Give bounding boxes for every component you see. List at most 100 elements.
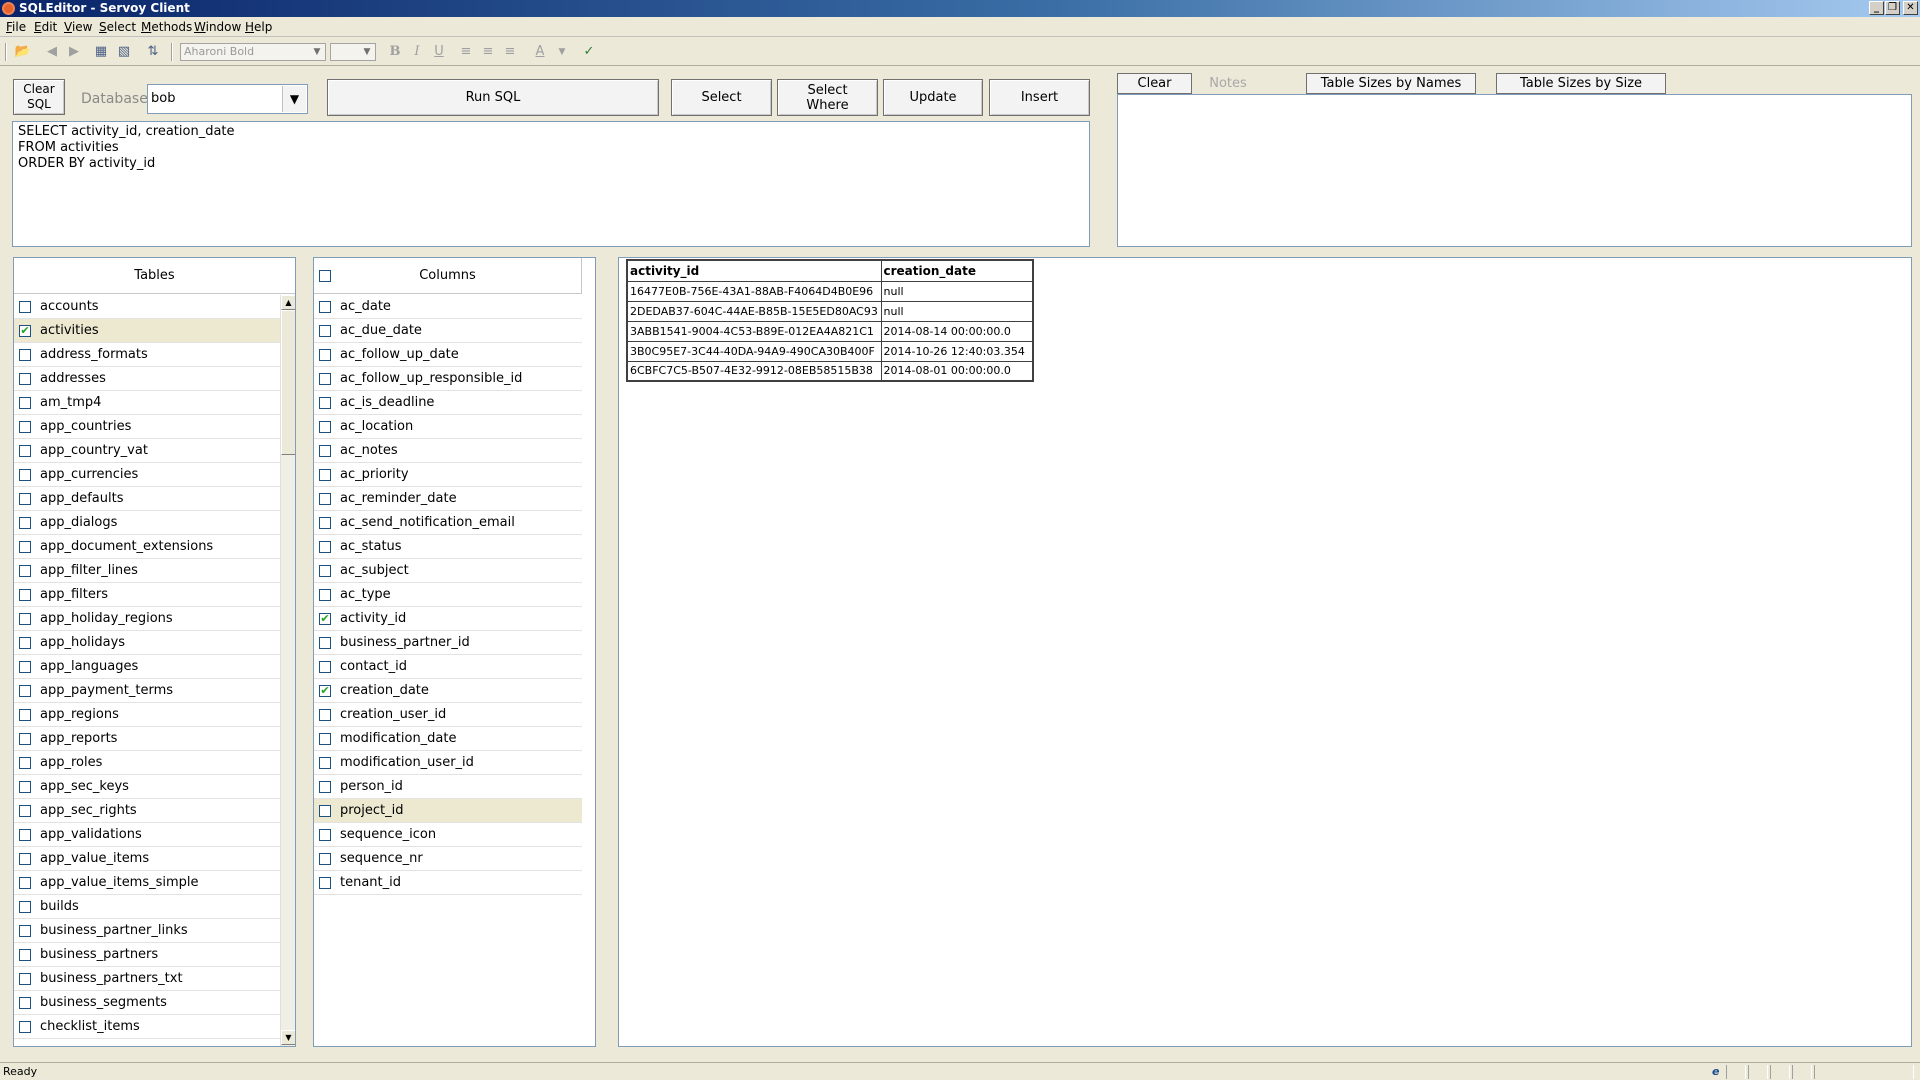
column-list-item[interactable]: ✔ activity_id bbox=[314, 607, 582, 631]
checkbox[interactable] bbox=[319, 589, 331, 601]
update-button[interactable]: Update bbox=[883, 79, 983, 116]
table-list-item[interactable]: business_partners_txt bbox=[14, 967, 280, 991]
table-list-item[interactable]: app_roles bbox=[14, 751, 280, 775]
table-list-item[interactable]: app_sec_rights bbox=[14, 799, 280, 823]
table-list-item[interactable]: app_payment_terms bbox=[14, 679, 280, 703]
results-column-header[interactable]: activity_id bbox=[626, 259, 882, 282]
checkbox[interactable] bbox=[319, 661, 331, 673]
table-list-item[interactable]: app_defaults bbox=[14, 487, 280, 511]
results-row[interactable]: 3ABB1541-9004-4C53-B89E-012EA4A821C1 2014… bbox=[626, 320, 1034, 342]
checkbox[interactable] bbox=[19, 805, 31, 817]
table-list-item[interactable]: addresses bbox=[14, 367, 280, 391]
checkbox[interactable] bbox=[19, 853, 31, 865]
checkbox[interactable] bbox=[19, 301, 31, 313]
font-color-icon[interactable]: A bbox=[531, 43, 549, 61]
results-cell[interactable]: 2014-10-26 12:40:03.354 bbox=[880, 340, 1034, 362]
checkbox[interactable] bbox=[19, 757, 31, 769]
table-list-item[interactable]: app_regions bbox=[14, 703, 280, 727]
restore-button[interactable]: ❐ bbox=[1885, 1, 1900, 15]
scroll-thumb[interactable] bbox=[281, 310, 295, 455]
column-list-item[interactable]: creation_user_id bbox=[314, 703, 582, 727]
align-right-icon[interactable]: ≡ bbox=[501, 43, 519, 61]
menu-window[interactable]: Window bbox=[194, 20, 241, 34]
grid-icon[interactable]: ▦ bbox=[92, 43, 110, 61]
checkbox[interactable] bbox=[19, 637, 31, 649]
checkbox[interactable]: ✔ bbox=[319, 685, 331, 697]
clear-sql-button[interactable]: Clear SQL bbox=[13, 79, 65, 115]
checkbox[interactable] bbox=[19, 733, 31, 745]
table-list-item[interactable]: address_formats bbox=[14, 343, 280, 367]
table-list-item[interactable]: app_holidays bbox=[14, 631, 280, 655]
results-column-header[interactable]: creation_date bbox=[880, 259, 1034, 282]
menu-select[interactable]: Select bbox=[99, 20, 136, 34]
checkbox[interactable] bbox=[319, 421, 331, 433]
checkbox[interactable] bbox=[19, 997, 31, 1009]
checkbox[interactable] bbox=[19, 541, 31, 553]
column-list-item[interactable]: modification_date bbox=[314, 727, 582, 751]
checkbox[interactable] bbox=[319, 829, 331, 841]
bold-icon[interactable]: B bbox=[386, 43, 404, 61]
table-list-item[interactable]: app_filter_lines bbox=[14, 559, 280, 583]
select-all-checkbox[interactable] bbox=[319, 270, 331, 282]
table-list-item[interactable]: business_partners bbox=[14, 943, 280, 967]
checkbox[interactable] bbox=[319, 325, 331, 337]
checkbox[interactable] bbox=[19, 661, 31, 673]
checkbox[interactable] bbox=[319, 805, 331, 817]
checkbox[interactable] bbox=[319, 541, 331, 553]
column-list-item[interactable]: ac_is_deadline bbox=[314, 391, 582, 415]
checkbox[interactable] bbox=[319, 373, 331, 385]
checkbox[interactable] bbox=[319, 493, 331, 505]
results-cell[interactable]: 3ABB1541-9004-4C53-B89E-012EA4A821C1 bbox=[626, 320, 882, 342]
checkbox[interactable] bbox=[19, 613, 31, 625]
checkbox[interactable] bbox=[319, 781, 331, 793]
column-list-item[interactable]: ac_subject bbox=[314, 559, 582, 583]
tab-notes[interactable]: Notes bbox=[1193, 73, 1263, 94]
column-list-item[interactable]: person_id bbox=[314, 775, 582, 799]
tables-scrollbar[interactable]: ▲ ▼ bbox=[280, 295, 295, 1046]
open-folder-icon[interactable]: 📂 bbox=[14, 43, 32, 61]
column-list-item[interactable]: ac_location bbox=[314, 415, 582, 439]
table-list-item[interactable]: am_tmp4 bbox=[14, 391, 280, 415]
table-list-item[interactable]: app_value_items_simple bbox=[14, 871, 280, 895]
font-size-combo[interactable]: ▼ bbox=[330, 43, 376, 61]
results-row[interactable]: 6CBFC7C5-B507-4E32-9912-08EB58515B38 2014… bbox=[626, 360, 1034, 382]
checkbox[interactable] bbox=[19, 925, 31, 937]
table-sizes-by-names-button[interactable]: Table Sizes by Names bbox=[1306, 73, 1476, 94]
checkbox[interactable] bbox=[19, 949, 31, 961]
clear-notes-button[interactable]: Clear bbox=[1117, 73, 1192, 94]
column-list-item[interactable]: ac_due_date bbox=[314, 319, 582, 343]
results-cell[interactable]: 6CBFC7C5-B507-4E32-9912-08EB58515B38 bbox=[626, 360, 882, 382]
checkbox[interactable] bbox=[19, 349, 31, 361]
results-cell[interactable]: 2014-08-14 00:00:00.0 bbox=[880, 320, 1034, 342]
column-list-item[interactable]: ✔ creation_date bbox=[314, 679, 582, 703]
checkbox[interactable] bbox=[319, 757, 331, 769]
font-name-combo[interactable]: Aharoni Bold ▼ bbox=[180, 43, 326, 61]
menu-file[interactable]: File bbox=[6, 20, 26, 34]
column-list-item[interactable]: ac_send_notification_email bbox=[314, 511, 582, 535]
column-list-item[interactable]: contact_id bbox=[314, 655, 582, 679]
minimize-button[interactable]: _ bbox=[1869, 1, 1884, 15]
results-cell[interactable]: 3B0C95E7-3C44-40DA-94A9-490CA30B400F bbox=[626, 340, 882, 362]
column-list-item[interactable]: modification_user_id bbox=[314, 751, 582, 775]
checkbox[interactable] bbox=[19, 493, 31, 505]
column-list-item[interactable]: ac_notes bbox=[314, 439, 582, 463]
checkbox[interactable] bbox=[19, 1021, 31, 1033]
table-list-item[interactable]: app_languages bbox=[14, 655, 280, 679]
table-list-item[interactable]: accounts bbox=[14, 295, 280, 319]
table-list-item[interactable]: app_holiday_regions bbox=[14, 607, 280, 631]
underline-icon[interactable]: U bbox=[430, 43, 448, 61]
checkbox[interactable] bbox=[19, 973, 31, 985]
results-row[interactable]: 16477E0B-756E-43A1-88AB-F4064D4B0E96 null bbox=[626, 280, 1034, 302]
menu-methods[interactable]: Methods bbox=[141, 20, 192, 34]
checkbox[interactable] bbox=[319, 565, 331, 577]
column-list-item[interactable]: ac_type bbox=[314, 583, 582, 607]
column-list-item[interactable]: ac_reminder_date bbox=[314, 487, 582, 511]
checkbox[interactable] bbox=[19, 829, 31, 841]
table-list-item[interactable]: app_validations bbox=[14, 823, 280, 847]
insert-button[interactable]: Insert bbox=[989, 79, 1090, 116]
menu-edit[interactable]: Edit bbox=[34, 20, 57, 34]
results-cell[interactable]: 2014-08-01 00:00:00.0 bbox=[880, 360, 1034, 382]
table-sizes-by-size-button[interactable]: Table Sizes by Size bbox=[1496, 73, 1666, 94]
scroll-down-icon[interactable]: ▼ bbox=[281, 1030, 295, 1045]
select-where-button[interactable]: Select Where bbox=[777, 79, 878, 116]
